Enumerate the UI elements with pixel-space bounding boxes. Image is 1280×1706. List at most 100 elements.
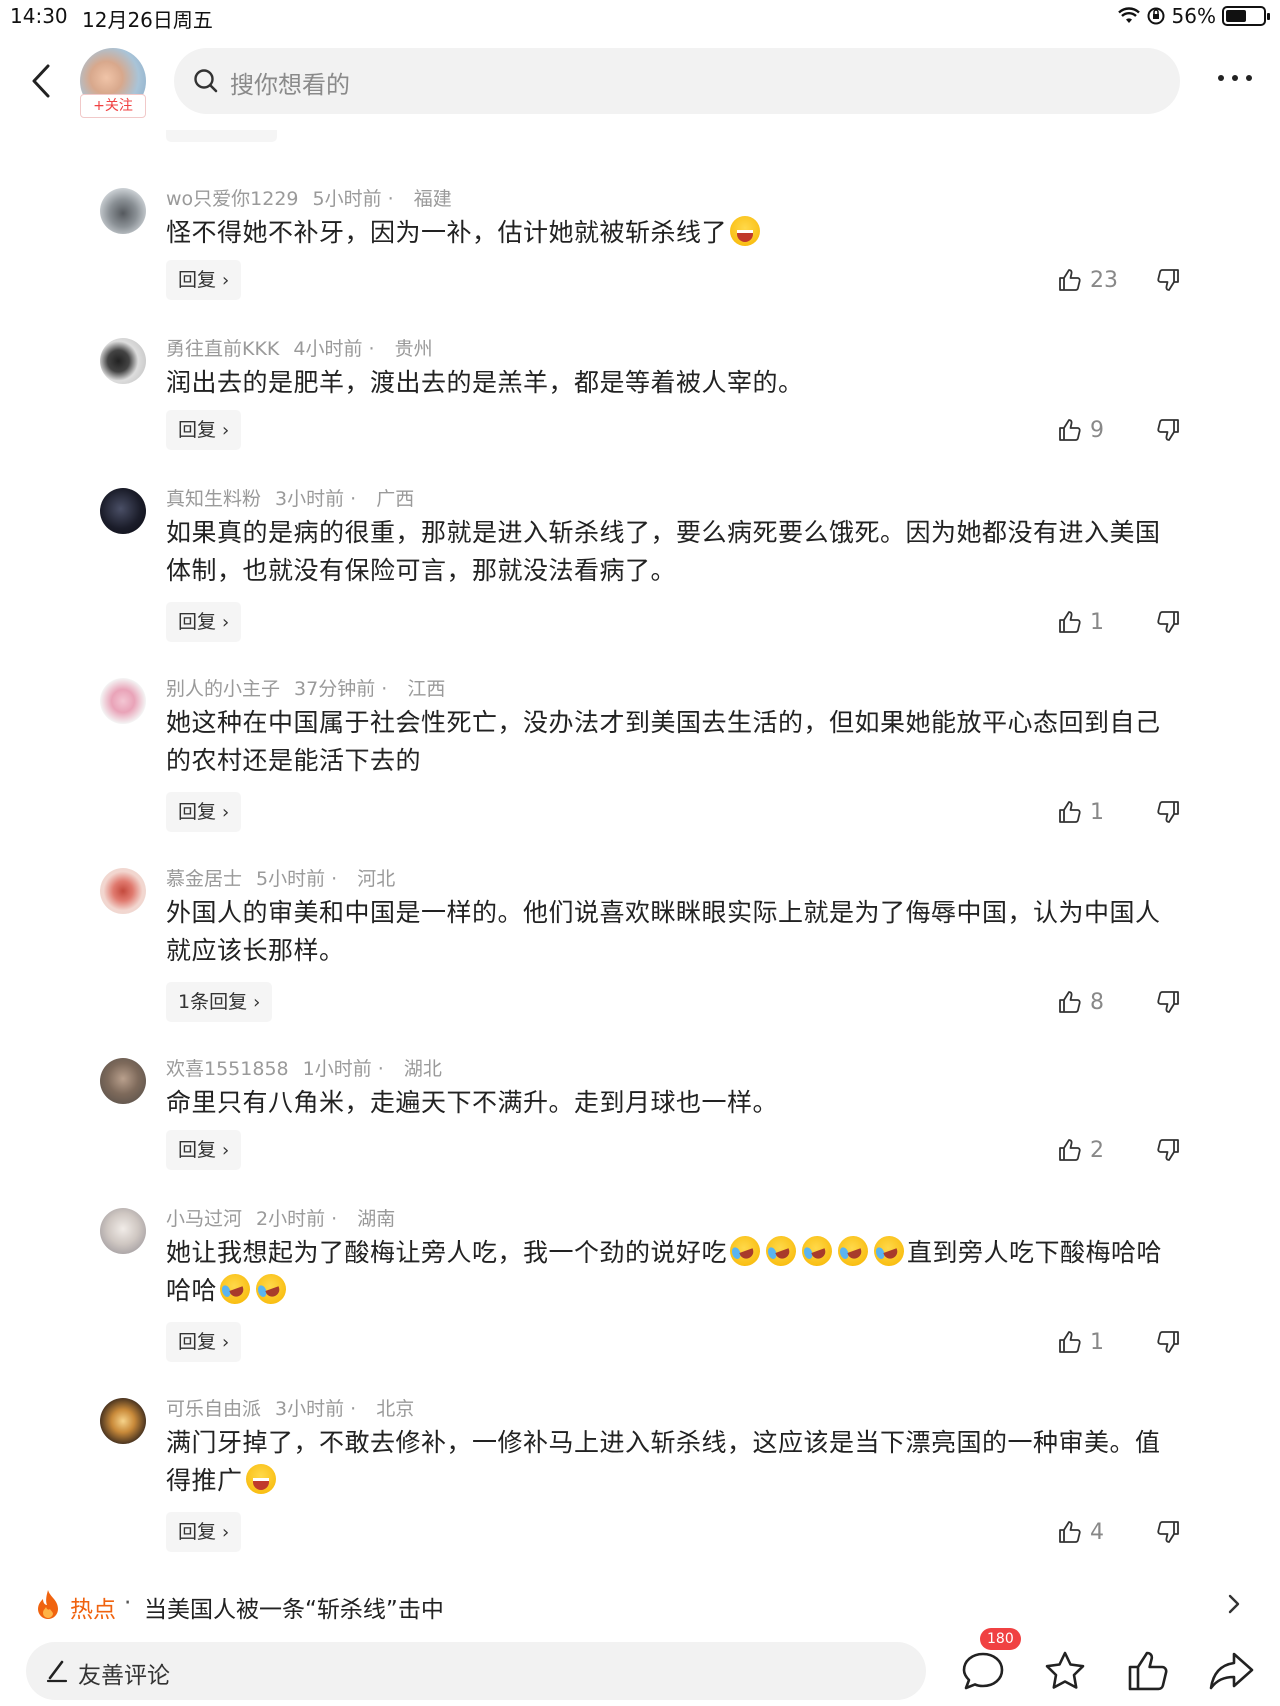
share-button[interactable] (1206, 1646, 1256, 1696)
clock: 14:30 (10, 4, 68, 28)
comment-time: 5小时前 · 福建 (312, 188, 452, 210)
reply-button[interactable]: 回复 › (166, 1130, 242, 1170)
like-button[interactable]: 1 (1056, 1322, 1104, 1362)
comment-time: 1小时前 · 湖北 (302, 1058, 442, 1080)
avatar[interactable] (100, 868, 146, 914)
like-count: 4 (1090, 1519, 1104, 1545)
comment-bubble-icon (962, 1652, 1004, 1690)
comment-text: 她这种在中国属于社会性死亡，没办法才到美国去生活的，但如果她能放平心态回到自己的… (166, 708, 1161, 775)
like-count: 8 (1090, 989, 1104, 1015)
pen-icon (46, 1660, 68, 1683)
laughing-tears-emoji-icon (869, 1231, 909, 1271)
like-count: 1 (1090, 609, 1104, 635)
avatar[interactable] (100, 488, 146, 534)
username[interactable]: 可乐自由派 (166, 1398, 261, 1420)
like-article-button[interactable] (1122, 1646, 1172, 1696)
battery-percent: 56% (1171, 4, 1216, 28)
dislike-button[interactable] (1156, 260, 1182, 300)
like-button[interactable]: 8 (1056, 982, 1104, 1022)
reply-button[interactable]: 回复 › (166, 792, 242, 832)
avatar[interactable] (100, 338, 146, 384)
like-button[interactable]: 9 (1056, 410, 1104, 450)
comment-text: 命里只有八角米，走遍天下不满升。走到月球也一样。 (166, 1088, 779, 1117)
thumb-down-icon (1157, 1139, 1179, 1161)
laughing-tears-emoji-icon (725, 1231, 765, 1271)
laughing-tears-emoji-icon (761, 1231, 801, 1271)
search-icon (194, 69, 218, 93)
dislike-button[interactable] (1156, 602, 1182, 642)
username[interactable]: wo只爱你1229 (166, 188, 299, 210)
star-icon (1045, 1651, 1085, 1689)
battery-icon (1222, 6, 1270, 26)
like-count: 2 (1090, 1137, 1104, 1163)
username[interactable]: 勇往直前KKK (166, 338, 279, 360)
reply-button[interactable]: 回复 › (166, 602, 242, 642)
thumb-down-icon (1157, 1331, 1179, 1353)
author-avatar[interactable]: +关注 (80, 48, 146, 118)
thumb-down-icon (1157, 611, 1179, 633)
reply-button[interactable]: 1条回复 › (166, 982, 273, 1022)
reply-button[interactable]: 回复 › (166, 260, 242, 300)
hot-topic-title[interactable]: 当美国人被一条“斩杀线”击中 (144, 1590, 444, 1624)
thumb-up-icon (1059, 1331, 1081, 1353)
comment-text: 怪不得她不补牙，因为一补，估计她就被斩杀线了 (166, 214, 1176, 252)
avatar[interactable] (100, 1398, 146, 1444)
favorite-button[interactable] (1040, 1646, 1090, 1696)
like-button[interactable]: 23 (1056, 260, 1118, 300)
dislike-button[interactable] (1156, 792, 1182, 832)
username[interactable]: 别人的小主子 (166, 678, 280, 700)
comment-input[interactable]: 友善评论 (26, 1642, 926, 1700)
like-button[interactable]: 2 (1056, 1130, 1104, 1170)
thumb-down-icon (1157, 1521, 1179, 1543)
like-button[interactable]: 1 (1056, 792, 1104, 832)
reply-button[interactable]: 回复 › (166, 410, 242, 450)
orientation-lock-icon (1147, 7, 1165, 25)
dislike-button[interactable] (1156, 982, 1182, 1022)
thumb-up-icon (1059, 1139, 1081, 1161)
reply-button[interactable]: 回复 › (166, 1322, 242, 1362)
avatar[interactable] (100, 188, 146, 234)
dislike-button[interactable] (1156, 410, 1182, 450)
comment-count-badge: 180 (980, 1628, 1021, 1650)
search-input[interactable]: 搜你想看的 (174, 48, 1180, 114)
grinning-emoji-icon (730, 216, 761, 246)
wifi-icon (1117, 7, 1140, 23)
hot-label: 热点 (70, 1597, 116, 1623)
like-count: 9 (1090, 417, 1104, 443)
more-icon (1218, 75, 1252, 81)
laughing-tears-emoji-icon (833, 1231, 873, 1271)
reply-button[interactable]: 回复 › (166, 1512, 242, 1552)
comments-button[interactable] (958, 1646, 1008, 1696)
avatar[interactable] (100, 1208, 146, 1254)
dislike-button[interactable] (1156, 1130, 1182, 1170)
follow-button[interactable]: +关注 (80, 94, 146, 118)
back-button[interactable] (22, 56, 62, 106)
dislike-button[interactable] (1156, 1512, 1182, 1552)
thumb-up-icon (1128, 1651, 1168, 1691)
like-count: 23 (1090, 267, 1118, 293)
more-button[interactable] (1210, 58, 1260, 98)
comment-time: 5小时前 · 河北 (256, 868, 396, 890)
comment-text: 满门牙掉了，不敢去修补，一修补马上进入斩杀线，这应该是当下漂亮国的一种审美。值得… (166, 1428, 1161, 1495)
top-nav: +关注 搜你想看的 (0, 40, 1280, 130)
avatar[interactable] (100, 1058, 146, 1104)
comment-meta: 可乐自由派 3小时前 · 北京 (166, 1394, 414, 1421)
dislike-button[interactable] (1156, 1322, 1182, 1362)
laughing-tears-emoji-icon (215, 1269, 255, 1309)
username[interactable]: 小马过河 (166, 1208, 242, 1230)
username[interactable]: 真知生料粉 (166, 488, 261, 510)
avatar[interactable] (100, 678, 146, 724)
comment-time: 3小时前 · 广西 (275, 488, 415, 510)
like-button[interactable]: 1 (1056, 602, 1104, 642)
date: 12月26日周五 (82, 8, 213, 32)
username[interactable]: 慕金居士 (166, 868, 242, 890)
laughing-tears-emoji-icon (797, 1231, 837, 1271)
hot-topic-bar[interactable]: 热点 · 当美国人被一条“斩杀线”击中 (0, 1574, 1280, 1634)
username[interactable]: 欢喜1551858 (166, 1058, 289, 1080)
thumb-up-icon (1059, 991, 1081, 1013)
grinning-emoji-icon (245, 1464, 276, 1494)
thumb-down-icon (1157, 801, 1179, 823)
fire-icon (38, 1590, 58, 1619)
like-count: 1 (1090, 1329, 1104, 1355)
like-button[interactable]: 4 (1056, 1512, 1104, 1552)
